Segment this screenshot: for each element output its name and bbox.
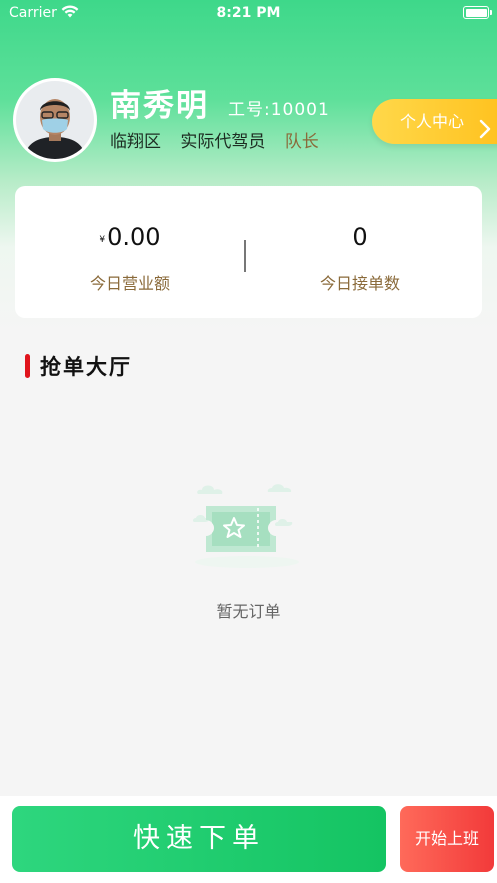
district-label: 临翔区	[110, 132, 161, 152]
position-label: 实际代驾员	[180, 132, 266, 152]
personal-center-button[interactable]: 个人中心	[372, 99, 497, 144]
status-bar: Carrier 8:21 PM	[0, 0, 497, 28]
driver-name: 南秀明	[110, 88, 209, 124]
empty-state-text: 暂无订单	[216, 602, 281, 621]
role-label: 队长	[284, 132, 319, 152]
quick-order-button[interactable]: 快速下单	[12, 806, 386, 872]
section-title: 抢单大厅	[40, 355, 132, 379]
driver-meta: 临翔区 实际代驾员 队长	[110, 127, 333, 152]
currency-symbol: ¥	[99, 235, 106, 245]
ticket-icon	[188, 478, 306, 576]
revenue-value: ¥0.00	[15, 223, 245, 251]
avatar[interactable]	[13, 78, 97, 162]
employee-number: 工号:10001	[228, 100, 330, 120]
battery-icon	[463, 6, 492, 19]
section-marker	[25, 354, 30, 378]
revenue-label: 今日营业额	[89, 274, 170, 293]
clock: 8:21 PM	[216, 5, 281, 21]
today-stats-card: ¥0.00 今日营业额 0 今日接单数	[15, 186, 482, 318]
revenue-amount: 0.00	[107, 223, 161, 251]
start-work-button[interactable]: 开始上班	[400, 806, 494, 872]
personal-center-label: 个人中心	[400, 112, 465, 131]
orders-value: 0	[352, 223, 368, 251]
orders-label: 今日接单数	[319, 274, 400, 293]
chevron-right-icon	[479, 111, 491, 156]
